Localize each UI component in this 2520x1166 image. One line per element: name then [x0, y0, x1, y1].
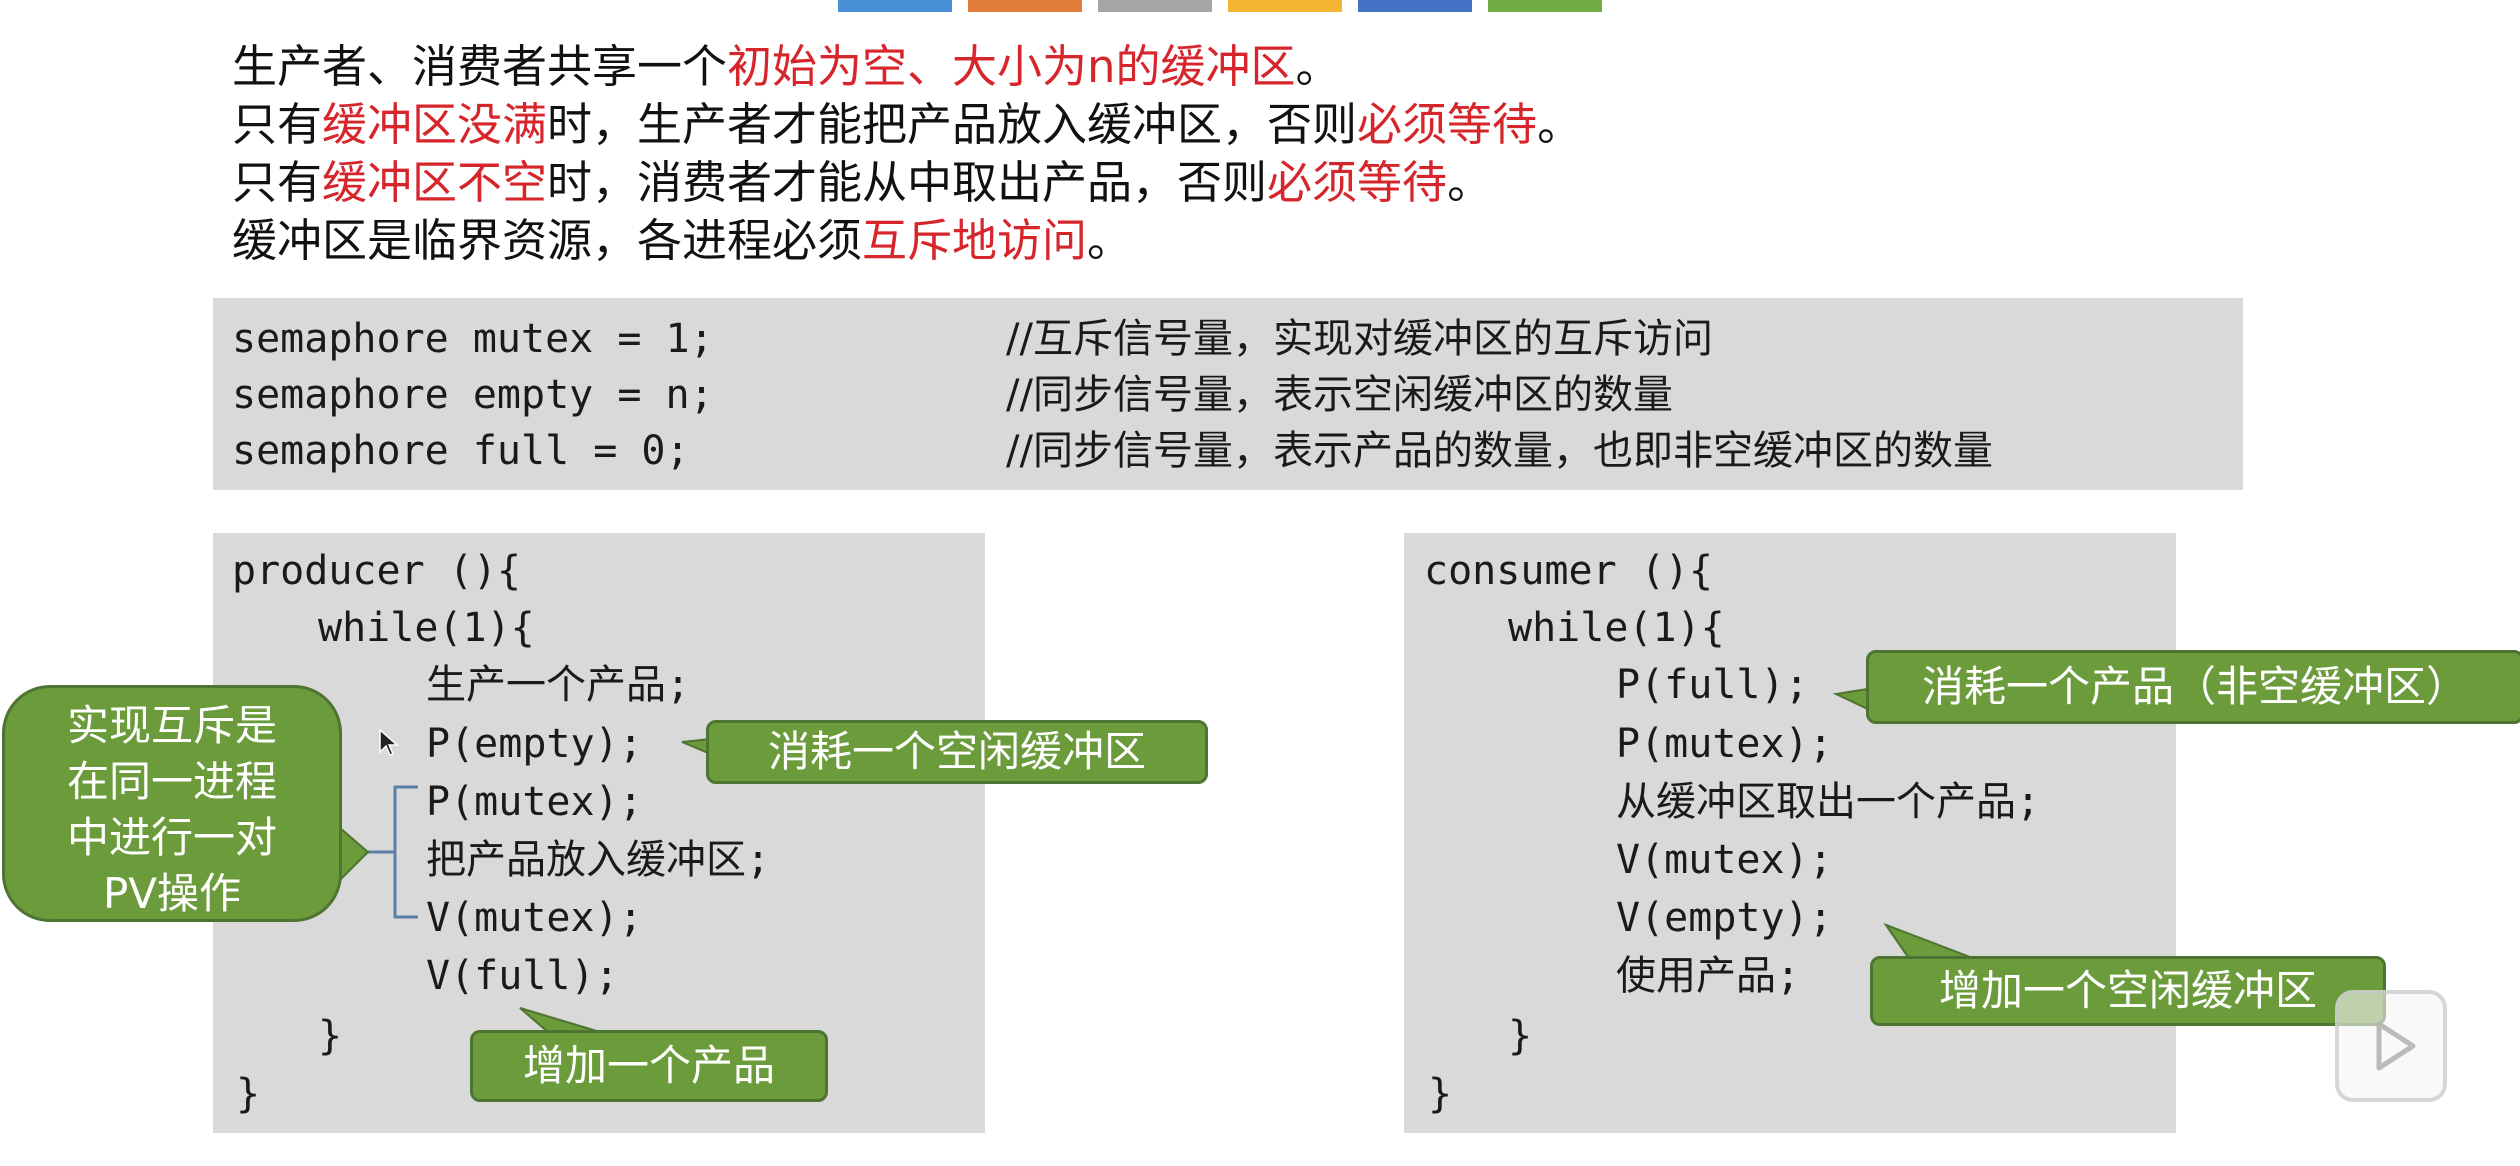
callout-consume-product: 消耗一个产品（非空缓冲区） [1866, 650, 2520, 724]
callout-add-empty-buffer: 增加一个空闲缓冲区 [1870, 956, 2386, 1026]
play-triangle-icon [2376, 1021, 2416, 1071]
callout-mutex-note: 实现互斥是 在同一进程 中进行一对 PV操作 [2, 685, 342, 922]
callout-consume-empty-buffer: 消耗一个空闲缓冲区 [706, 720, 1208, 784]
mouse-cursor-icon [379, 728, 399, 756]
play-icon[interactable] [2335, 990, 2447, 1102]
callout-add-product: 增加一个产品 [470, 1030, 828, 1102]
